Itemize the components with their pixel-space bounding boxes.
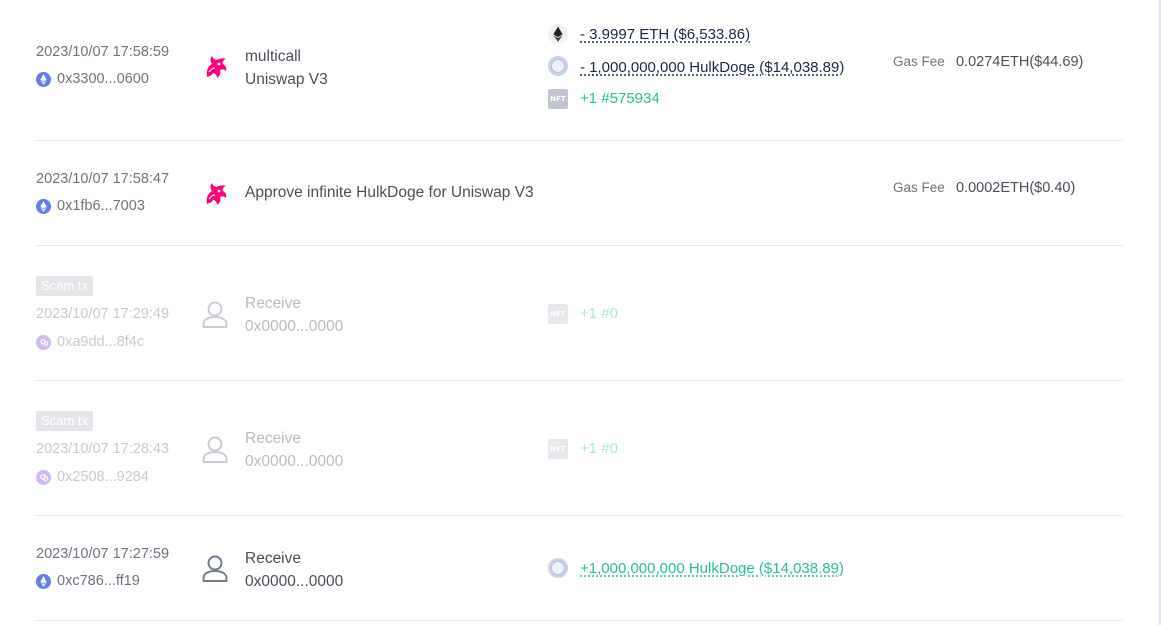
transaction-row[interactable]: 2023/10/07 17:58:59 0x3300...0600 multic…: [36, 0, 1123, 141]
ethereum-icon: [36, 198, 51, 214]
tx-hash-link[interactable]: 0xc786...ff19: [36, 573, 140, 589]
nft-change-in[interactable]: +1 #0: [580, 304, 618, 324]
ethereum-icon: [36, 71, 51, 87]
transaction-row[interactable]: 2023/10/07 17:27:59 0xc786...ff19 Receiv…: [36, 516, 1123, 621]
user-icon: [200, 434, 230, 464]
tx-hash: 0xa9dd...8f4c: [57, 334, 145, 350]
tx-action-name: Receive: [245, 295, 301, 312]
gas-fee-value: 0.0274ETH($44.69): [956, 54, 1084, 70]
token-change-in[interactable]: +1,000,000,000 HulkDoge ($14,038.89): [580, 559, 844, 579]
hulkdoge-token-icon: [548, 558, 568, 578]
tx-hash-link[interactable]: 0x3300...0600: [36, 71, 149, 87]
user-icon: [200, 299, 230, 329]
nft-icon: NFT: [548, 89, 568, 109]
nft-change-in[interactable]: +1 #575934: [580, 89, 660, 109]
tx-timestamp: 2023/10/07 17:58:59: [36, 44, 170, 60]
tx-hash-link[interactable]: 0x2508...9284: [36, 469, 149, 485]
eth-token-icon: [548, 24, 568, 44]
polygon-icon: [36, 469, 51, 485]
hulkdoge-token-icon: [548, 56, 568, 76]
tx-action-name: Approve infinite HulkDoge for Uniswap V3: [245, 184, 534, 201]
tx-counterparty: 0x0000...0000: [245, 318, 344, 335]
tx-hash-link[interactable]: 0xa9dd...8f4c: [36, 334, 144, 350]
tx-hash: 0x3300...0600: [57, 71, 149, 87]
nft-icon: NFT: [548, 439, 568, 459]
gas-fee-value: 0.0002ETH($0.40): [956, 180, 1076, 196]
user-icon: [200, 553, 230, 583]
transaction-row[interactable]: Scam tx 2023/10/07 17:28:43 0x2508...928…: [36, 381, 1123, 516]
tx-hash: 0xc786...ff19: [57, 573, 140, 589]
tx-project-name: Uniswap V3: [245, 71, 328, 88]
tx-counterparty: 0x0000...0000: [245, 453, 344, 470]
tx-hash: 0x1fb6...7003: [57, 198, 145, 214]
gas-fee-label: Gas Fee: [893, 54, 945, 69]
uniswap-icon: [201, 179, 231, 209]
transaction-row[interactable]: 2023/10/07 17:58:47 0x1fb6...7003 Approv…: [36, 141, 1123, 246]
tx-counterparty: 0x0000...0000: [245, 573, 344, 590]
uniswap-icon: [201, 52, 231, 82]
gas-fee-label: Gas Fee: [893, 180, 945, 195]
tx-timestamp: 2023/10/07 17:27:59: [36, 546, 170, 562]
token-change-out[interactable]: - 1,000,000,000 HulkDoge ($14,038.89): [580, 58, 844, 78]
tx-timestamp: 2023/10/07 17:58:47: [36, 171, 170, 187]
token-change-out[interactable]: - 3.9997 ETH ($6,533.86): [580, 25, 750, 45]
transaction-row[interactable]: Scam tx 2023/10/07 17:29:49 0xa9dd...8f4…: [36, 246, 1123, 381]
tx-hash-link[interactable]: 0x1fb6...7003: [36, 198, 145, 214]
scam-tx-badge: Scam tx: [36, 411, 93, 431]
tx-action-name: Receive: [245, 430, 301, 447]
scam-tx-badge: Scam tx: [36, 276, 93, 296]
nft-change-in[interactable]: +1 #0: [580, 439, 618, 459]
tx-action-name: multicall: [245, 48, 301, 65]
tx-timestamp: 2023/10/07 17:28:43: [36, 441, 170, 457]
tx-timestamp: 2023/10/07 17:29:49: [36, 306, 170, 322]
tx-hash: 0x2508...9284: [57, 469, 149, 485]
ethereum-icon: [36, 573, 51, 589]
polygon-icon: [36, 334, 51, 350]
nft-icon: NFT: [548, 304, 568, 324]
tx-action-name: Receive: [245, 550, 301, 567]
